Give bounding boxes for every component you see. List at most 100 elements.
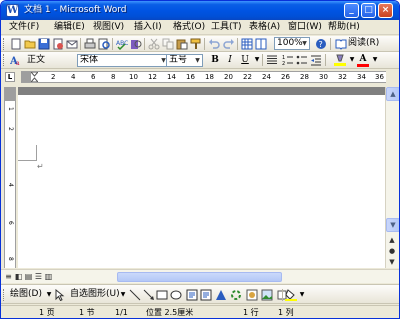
ruler-number: 30 <box>319 73 328 81</box>
clip-art-icon[interactable] <box>246 289 258 301</box>
chevron-down-icon[interactable]: ▼ <box>117 289 129 301</box>
select-objects-icon[interactable] <box>54 288 66 302</box>
menu-file[interactable]: 文件(F) <box>9 21 39 34</box>
autoshapes-menu-button[interactable]: 自选图形(U) <box>70 288 120 301</box>
minimize-button[interactable]: _ <box>344 3 359 18</box>
reading-view-icon[interactable]: ▥ <box>44 271 53 282</box>
outline-view-icon[interactable]: ☰ <box>34 271 43 282</box>
chevron-down-icon[interactable]: ▼ <box>296 289 308 301</box>
align-justify-icon[interactable] <box>266 54 278 66</box>
columns-icon[interactable] <box>255 38 267 50</box>
print-preview-icon[interactable] <box>98 38 110 50</box>
ruler-number: 18 <box>205 73 214 81</box>
menu-format[interactable]: 格式(O) <box>173 21 205 34</box>
spelling-icon[interactable]: ABC <box>116 38 128 51</box>
chevron-down-icon[interactable]: ▼ <box>300 38 309 49</box>
style-value[interactable]: 正文 <box>27 54 45 67</box>
menu-window[interactable]: 窗口(W) <box>288 21 322 34</box>
menu-view[interactable]: 视图(V) <box>93 21 124 34</box>
draw-menu-button[interactable]: 绘图(D) <box>10 288 42 301</box>
print-icon[interactable] <box>84 38 96 50</box>
title-bar[interactable]: W 文档 1 - Microsoft Word _ □ × <box>1 1 399 20</box>
scroll-down-button[interactable]: ▼ <box>386 218 399 232</box>
save-icon[interactable] <box>38 38 50 50</box>
menu-tools[interactable]: 工具(T) <box>211 21 242 34</box>
select-browse-object-button[interactable]: ● <box>387 247 397 256</box>
separator <box>330 38 331 50</box>
status-position: 位置 2.5厘米 <box>146 308 194 317</box>
copy-icon[interactable] <box>162 38 174 50</box>
bullets-icon[interactable] <box>296 54 308 66</box>
paste-icon[interactable] <box>176 38 188 50</box>
redo-icon[interactable] <box>223 38 235 50</box>
undo-icon[interactable] <box>208 38 220 50</box>
vertical-text-box-icon[interactable] <box>200 289 212 301</box>
chevron-down-icon[interactable]: ▼ <box>369 54 381 66</box>
close-button[interactable]: × <box>378 3 393 18</box>
toolbar-grip[interactable] <box>3 38 6 50</box>
scroll-up-button[interactable]: ▲ <box>386 87 399 101</box>
highlight-icon[interactable] <box>334 54 346 66</box>
tab-selector[interactable]: L <box>5 72 15 82</box>
research-icon[interactable] <box>130 38 142 50</box>
bold-button[interactable]: B <box>209 54 221 66</box>
indent-marker-icon[interactable] <box>29 71 40 83</box>
print-layout-icon[interactable]: ▤ <box>24 271 33 282</box>
line-icon[interactable] <box>129 289 141 301</box>
separator <box>237 38 238 50</box>
zoom-combo[interactable]: 100% ▼ <box>274 37 310 50</box>
chevron-down-icon[interactable]: ▼ <box>193 55 202 66</box>
numbering-icon[interactable]: 12 <box>282 54 294 67</box>
word-window: W 文档 1 - Microsoft Word _ □ × 文件(F) 编辑(E… <box>0 0 400 319</box>
next-page-button[interactable]: ▼ <box>387 258 397 267</box>
text-box-icon[interactable] <box>186 289 198 301</box>
picture-icon[interactable] <box>261 289 273 301</box>
ruler-number: 36 <box>375 73 384 81</box>
vertical-ruler[interactable]: 1 2 4 6 8 <box>4 87 16 268</box>
document-area[interactable]: ↵ <box>18 87 385 268</box>
read-icon[interactable] <box>335 38 347 50</box>
status-column: 1 列 <box>278 308 294 317</box>
decrease-indent-icon[interactable] <box>310 54 322 66</box>
font-size-combo[interactable]: 五号 ▼ <box>166 54 203 67</box>
email-icon[interactable] <box>66 38 78 50</box>
word-app-icon[interactable]: W <box>6 4 19 17</box>
previous-page-button[interactable]: ▲ <box>387 236 397 245</box>
separator <box>325 54 326 66</box>
ruler-number: 2 <box>51 73 56 81</box>
format-painter-icon[interactable] <box>190 38 202 50</box>
paragraph-mark: ↵ <box>37 162 44 171</box>
cut-icon[interactable] <box>148 38 160 50</box>
read-mode-button[interactable]: 阅读(R) <box>348 37 379 50</box>
toolbar-grip[interactable] <box>3 289 6 301</box>
italic-button[interactable]: I <box>224 54 236 66</box>
oval-icon[interactable] <box>170 289 182 301</box>
rectangle-icon[interactable] <box>156 289 168 301</box>
normal-view-icon[interactable]: ≡ <box>4 271 13 282</box>
toolbar-grip[interactable] <box>3 54 6 66</box>
maximize-button[interactable]: □ <box>361 3 376 18</box>
new-icon[interactable] <box>10 38 22 50</box>
web-view-icon[interactable]: ◧ <box>14 271 23 282</box>
menu-insert[interactable]: 插入(I) <box>134 21 162 34</box>
scroll-thumb[interactable] <box>117 272 282 282</box>
diagram-icon[interactable] <box>230 289 242 301</box>
ruler-number: 20 <box>224 73 233 81</box>
menu-table[interactable]: 表格(A) <box>249 21 280 34</box>
wordart-icon[interactable] <box>215 289 227 301</box>
menu-edit[interactable]: 编辑(E) <box>54 21 85 34</box>
styles-icon[interactable]: Aa <box>9 54 22 67</box>
permission-icon[interactable] <box>52 38 64 50</box>
zoom-value: 100% <box>277 38 303 48</box>
underline-button[interactable]: U <box>239 54 251 66</box>
menu-help[interactable]: 帮助(H) <box>328 21 360 34</box>
ruler-margin <box>5 87 15 101</box>
arrow-icon[interactable] <box>143 289 155 301</box>
horizontal-scrollbar[interactable]: ≡ ◧ ▤ ☰ ▥ <box>1 269 399 283</box>
help-icon[interactable]: ? <box>315 38 327 50</box>
open-icon[interactable] <box>24 38 36 50</box>
horizontal-ruler[interactable]: 2 4 6 8 10 12 14 16 18 20 22 24 26 28 30… <box>21 71 386 83</box>
font-color-swatch <box>357 64 369 67</box>
insert-table-icon[interactable] <box>241 38 253 50</box>
font-combo[interactable]: 宋体 ▼ <box>77 54 169 67</box>
